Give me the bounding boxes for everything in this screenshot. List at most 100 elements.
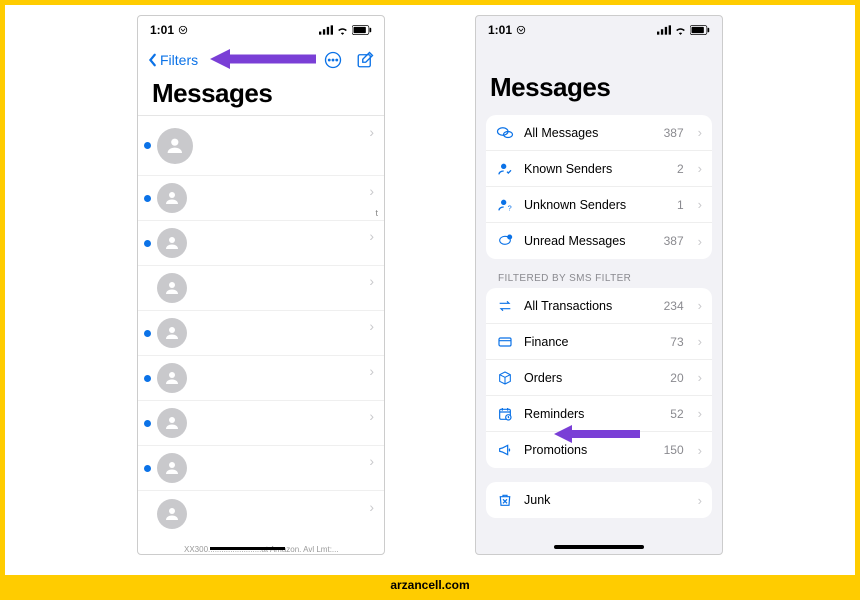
avatar <box>157 128 193 164</box>
filter-group-primary: All Messages 387 › Known Senders 2 › ? U… <box>486 115 712 259</box>
home-indicator[interactable] <box>554 545 644 549</box>
page-title: Messages <box>138 76 384 115</box>
filter-count: 1 <box>677 198 684 212</box>
wifi-icon <box>674 25 687 35</box>
avatar <box>157 228 187 258</box>
filter-label: Reminders <box>524 407 660 421</box>
card-icon <box>496 333 514 351</box>
conversation-row[interactable]: › t <box>138 176 384 221</box>
filter-count: 20 <box>670 371 683 385</box>
chevron-right-icon: › <box>698 443 702 458</box>
avatar <box>157 183 187 213</box>
chevron-right-icon: › <box>369 183 374 199</box>
unread-dot-icon <box>144 195 151 202</box>
filter-label: All Transactions <box>524 299 654 313</box>
avatar <box>157 408 187 438</box>
signal-icon <box>319 25 333 35</box>
filter-group-sms: All Transactions 234 › Finance 73 › Orde… <box>486 288 712 468</box>
bubble-dot-icon <box>496 232 514 250</box>
conversation-list[interactable]: › › t › <box>138 116 384 554</box>
conversation-row[interactable]: › <box>138 356 384 401</box>
filter-label: Junk <box>524 493 674 507</box>
conversation-row[interactable]: › <box>138 266 384 311</box>
redacted-bar <box>210 547 285 550</box>
battery-icon <box>352 25 372 35</box>
chevron-right-icon: › <box>698 298 702 313</box>
unread-dot-icon <box>144 330 151 337</box>
page-title: Messages <box>476 44 722 109</box>
compose-icon[interactable] <box>356 51 374 69</box>
back-filters-link[interactable]: Filters <box>148 52 198 68</box>
filter-label: All Messages <box>524 126 654 140</box>
person-question-icon: ? <box>496 196 514 214</box>
time-label: 1:01 <box>488 23 512 37</box>
filter-unknown-senders[interactable]: ? Unknown Senders 1 › <box>486 187 712 223</box>
avatar <box>157 318 187 348</box>
chevron-right-icon: › <box>698 234 702 249</box>
avatar <box>157 363 187 393</box>
conversation-row[interactable]: › <box>138 446 384 491</box>
more-icon[interactable] <box>324 51 342 69</box>
conversation-row[interactable]: › <box>138 401 384 446</box>
filter-count: 234 <box>664 299 684 313</box>
location-icon <box>178 25 188 35</box>
filter-promotions[interactable]: Promotions 150 › <box>486 432 712 468</box>
conversation-row[interactable]: › <box>138 491 384 536</box>
filter-count: 73 <box>670 335 683 349</box>
chevron-right-icon: › <box>698 197 702 212</box>
avatar <box>157 499 187 529</box>
bubbles-icon <box>496 124 514 142</box>
avatar <box>157 273 187 303</box>
svg-text:?: ? <box>508 203 512 212</box>
chevron-right-icon: › <box>369 318 374 334</box>
filter-count: 150 <box>664 443 684 457</box>
filter-label: Finance <box>524 335 660 349</box>
conversation-row[interactable]: › <box>138 221 384 266</box>
chevron-right-icon: › <box>369 453 374 469</box>
megaphone-icon <box>496 441 514 459</box>
unread-dot-icon <box>144 142 151 149</box>
filter-finance[interactable]: Finance 73 › <box>486 324 712 360</box>
wifi-icon <box>336 25 349 35</box>
calendar-icon <box>496 405 514 423</box>
unread-dot-icon <box>144 240 151 247</box>
filter-unread-messages[interactable]: Unread Messages 387 › <box>486 223 712 259</box>
chevron-right-icon: › <box>369 499 374 515</box>
footer-watermark: arzancell.com <box>5 575 855 595</box>
conversation-row[interactable]: › <box>138 311 384 356</box>
filter-known-senders[interactable]: Known Senders 2 › <box>486 151 712 187</box>
time-label: 1:01 <box>150 23 174 37</box>
status-bar: 1:01 <box>138 16 384 44</box>
back-label: Filters <box>160 52 198 68</box>
trash-icon <box>496 491 514 509</box>
filter-label: Unknown Senders <box>524 198 667 212</box>
filter-orders[interactable]: Orders 20 › <box>486 360 712 396</box>
filter-label: Orders <box>524 371 660 385</box>
chevron-right-icon: › <box>698 334 702 349</box>
chevron-right-icon: › <box>369 363 374 379</box>
person-check-icon <box>496 160 514 178</box>
filter-reminders[interactable]: Reminders 52 › <box>486 396 712 432</box>
conversation-row[interactable]: › <box>138 116 384 176</box>
phone-filters-list: 1:01 Messages All Messages 387 › <box>475 15 723 555</box>
filter-junk[interactable]: Junk › <box>486 482 712 518</box>
filter-all-transactions[interactable]: All Transactions 234 › <box>486 288 712 324</box>
filter-label: Promotions <box>524 443 654 457</box>
unread-dot-icon <box>144 465 151 472</box>
filter-all-messages[interactable]: All Messages 387 › <box>486 115 712 151</box>
filter-label: Unread Messages <box>524 234 654 248</box>
chevron-left-icon <box>148 53 158 67</box>
box-icon <box>496 369 514 387</box>
chevron-right-icon: › <box>698 406 702 421</box>
filter-count: 2 <box>677 162 684 176</box>
filter-count: 387 <box>664 126 684 140</box>
snippet-fragment: t <box>375 208 378 218</box>
chevron-right-icon: › <box>369 228 374 244</box>
signal-icon <box>657 25 671 35</box>
chevron-right-icon: › <box>369 273 374 289</box>
status-bar: 1:01 <box>476 16 722 44</box>
filter-label: Known Senders <box>524 162 667 176</box>
chevron-right-icon: › <box>698 161 702 176</box>
chevron-right-icon: › <box>698 125 702 140</box>
footer-text: arzancell.com <box>390 578 469 592</box>
